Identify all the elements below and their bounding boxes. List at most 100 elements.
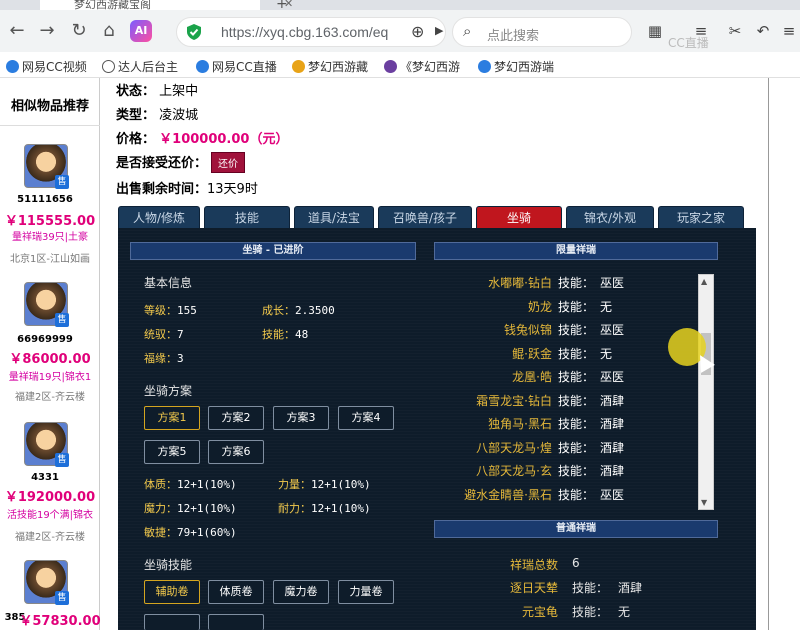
similar-items-sidebar: 相似物品推荐 售 51111656 ￥115555.00 量祥瑞39只|土豪 北… (0, 78, 101, 630)
list-item: 龙凰·皓 技能： 巫医 (512, 370, 625, 384)
skill-strength-button[interactable]: 力量卷 (338, 580, 394, 604)
tab-character[interactable]: 人物/修炼 (118, 206, 200, 228)
limited-scrollbar[interactable]: ▲ ▼ (698, 274, 714, 510)
level-stat: 等级：155 (144, 304, 197, 317)
growth-stat: 成长：2.3500 (262, 304, 335, 317)
list-item: 鲲·跃金 技能：无 (512, 347, 613, 361)
bookmark-item[interactable]: 网易CC视频 (6, 58, 87, 75)
address-bar[interactable]: https://xyq.cbg.163.com/eq ⊕ ▶ (176, 17, 446, 47)
list-item: 避水金睛兽·黑石 技能： 巫医 (464, 488, 625, 502)
plan-3-button[interactable]: 方案3 (273, 406, 329, 430)
list-item: 奶龙 技能：无 (527, 300, 613, 314)
skill-constitution-button[interactable]: 体质卷 (208, 580, 264, 604)
bookmark-item[interactable]: 《梦幻西游 (384, 58, 460, 75)
ai-icon[interactable]: AI (130, 20, 152, 42)
scroll-down-icon[interactable]: ▼ (701, 498, 707, 507)
tab-outfit[interactable]: 锦衣/外观 (566, 206, 654, 228)
item-price[interactable]: ￥192000.00 (0, 486, 100, 505)
forward-icon[interactable]: → (34, 18, 60, 44)
plan-6-button[interactable]: 方案6 (208, 440, 264, 464)
zoom-icon[interactable]: ⊕ (411, 22, 424, 41)
url-more-icon[interactable]: ▶ (435, 24, 443, 37)
list-item: 钱兔似锦 技能： 巫医 (503, 323, 625, 337)
search-box[interactable]: ⌕ 点此搜索 (452, 17, 632, 47)
bookmark-item[interactable]: 达人后台主 (102, 58, 178, 75)
menu-icon[interactable]: ≡ (778, 20, 800, 42)
normal-item-name: 元宝龟 (522, 605, 559, 619)
back-icon[interactable]: ← (4, 18, 30, 44)
normal-item-skill: 无 (618, 605, 631, 619)
sale-badge: 售 (55, 591, 69, 605)
scroll-up-icon[interactable]: ▲ (701, 277, 707, 286)
remaining-time-row: 出售剩余时间：13天9时 (116, 182, 258, 197)
list-item: 八部天龙马·玄 技能： 酒肆 (476, 464, 625, 478)
browser-tab[interactable]: 梦幻西游藏宝阁 ✕ (40, 0, 293, 11)
item-server: 福建2区-齐云楼 (15, 392, 85, 403)
bookmark-item[interactable]: 梦幻西游端 (478, 58, 554, 75)
plan-2-button[interactable]: 方案2 (208, 406, 264, 430)
tab-home[interactable]: 玩家之家 (658, 206, 744, 228)
list-item: 霜雪龙宝·钻白 技能： 酒肆 (476, 394, 625, 408)
tab-skills[interactable]: 技能 (204, 206, 290, 228)
skill-magic-button[interactable]: 魔力卷 (273, 580, 329, 604)
item-price[interactable]: ￥57830.00 (10, 610, 110, 629)
item-server: 福建2区-齐云楼 (15, 532, 85, 543)
avatar[interactable]: 售 (24, 144, 69, 189)
mount-header: 坐骑 - 已进阶 (130, 242, 416, 260)
mount-skills-title: 坐骑技能 (144, 558, 193, 572)
bookmark-item[interactable]: 网易CC直播 (196, 58, 277, 75)
tab-title: 梦幻西游藏宝阁 (74, 0, 151, 11)
skill-assist-button[interactable]: 辅助卷 (144, 580, 200, 604)
normal-item-skill: 酒肆 (618, 581, 643, 595)
avatar[interactable]: 售 (24, 282, 69, 327)
apps-grid-icon[interactable]: ▦ (644, 20, 666, 42)
item-id: 4331 (31, 472, 59, 483)
plan-title: 坐骑方案 (144, 384, 193, 398)
scissors-icon[interactable]: ✂ (724, 20, 746, 42)
normal-skill-label: 技能： (572, 581, 609, 595)
normal-header: 普通祥瑞 (434, 520, 718, 538)
plan-4-button[interactable]: 方案4 (338, 406, 394, 430)
sidebar-title: 相似物品推荐 (0, 88, 100, 126)
total-value: 6 (572, 556, 580, 570)
undo-icon[interactable]: ↶ (752, 20, 774, 42)
search-placeholder: 点此搜索 (487, 29, 540, 44)
skill-count-stat: 技能：48 (262, 328, 309, 341)
normal-item-name: 逐日天辇 (510, 581, 559, 595)
new-tab-icon[interactable]: + (276, 0, 288, 12)
attr-constitution: 体质：12+1(10%) (144, 478, 237, 491)
list-item: 水嘟嘟·钻白 技能： 巫医 (488, 276, 625, 290)
attr-magic: 魔力：12+1(10%) (144, 502, 237, 515)
skill-button-partial[interactable] (208, 614, 264, 630)
controller-stat: 统驭：7 (144, 328, 184, 341)
plan-5-button[interactable]: 方案5 (144, 440, 200, 464)
luck-stat: 福缘：3 (144, 352, 184, 365)
basic-info-title: 基本信息 (144, 276, 193, 290)
divider (768, 78, 769, 630)
limited-list[interactable]: 水嘟嘟·钻白 技能： 巫医 奶龙 技能：无 钱兔似锦 技能： 巫医 鲲·跃金 技能：无 龙凰… (434, 270, 714, 506)
item-price[interactable]: ￥86000.00 (0, 348, 100, 367)
search-icon: ⌕ (463, 22, 472, 40)
refresh-icon[interactable]: ↻ (66, 18, 92, 44)
total-label: 祥瑞总数 (510, 558, 559, 572)
avatar[interactable]: 售 (24, 560, 69, 605)
item-desc: 活技能19个满|锦衣 (6, 510, 94, 521)
item-price[interactable]: ￥115555.00 (0, 210, 100, 229)
tab-pets[interactable]: 召唤兽/孩子 (378, 206, 472, 228)
tab-mount[interactable]: 坐骑 (476, 206, 562, 228)
attr-strength: 力量：12+1(10%) (278, 478, 371, 491)
sale-badge: 售 (55, 453, 69, 467)
cc-watermark: CC直播 (668, 36, 709, 50)
plan-1-button[interactable]: 方案1 (144, 406, 200, 430)
counter-offer-row: 是否接受还价： 还价 (116, 152, 246, 173)
home-icon[interactable]: ⌂ (96, 18, 122, 44)
counter-offer-button[interactable]: 还价 (211, 152, 246, 173)
bookmark-item[interactable]: 梦幻西游藏 (292, 58, 368, 75)
list-item: 独角马·黑石 技能： 酒肆 (488, 417, 625, 431)
status-row: 状态： 上架中 (116, 84, 199, 99)
url-text: https://xyq.cbg.163.com/eq (221, 24, 389, 40)
tab-items[interactable]: 道具/法宝 (294, 206, 374, 228)
item-desc: 量祥瑞19只|锦衣1 (8, 372, 92, 383)
skill-button-partial[interactable] (144, 614, 200, 630)
avatar[interactable]: 售 (24, 422, 69, 467)
